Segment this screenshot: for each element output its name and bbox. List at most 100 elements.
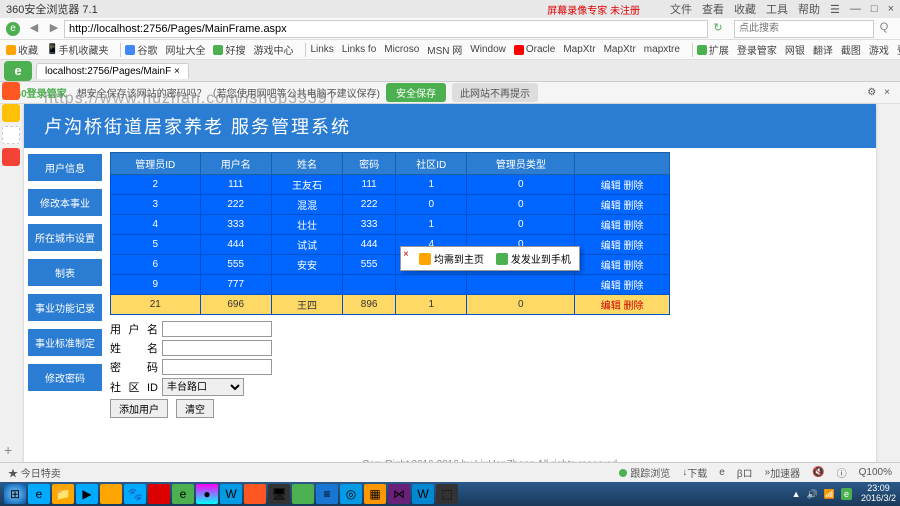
back-button[interactable]: ◀ xyxy=(26,21,42,37)
task-app-icon[interactable]: ▦ xyxy=(364,484,386,504)
bookmark-item[interactable]: 游戏 xyxy=(869,42,889,57)
sidebar-item[interactable]: 事业标准制定 xyxy=(28,329,102,356)
search-input[interactable] xyxy=(734,20,874,38)
task-app-icon[interactable] xyxy=(292,484,314,504)
context-close-icon[interactable]: × xyxy=(403,249,409,268)
add-user-button[interactable]: 添加用户 xyxy=(110,399,168,418)
context-menu[interactable]: × 均需到主页 发发业到手机 xyxy=(400,246,580,271)
bookmark-item[interactable]: 好搜 xyxy=(213,42,245,57)
save-password-button[interactable]: 安全保存 xyxy=(386,83,446,102)
sidebar-item[interactable]: 事业功能记录 xyxy=(28,294,102,321)
col-header[interactable]: 姓名 xyxy=(271,153,342,175)
menu-icon[interactable]: ☰ xyxy=(830,3,840,16)
input-username[interactable] xyxy=(162,321,272,337)
col-header[interactable]: 管理员类型 xyxy=(467,153,575,175)
table-row[interactable]: 2111王友石11110编辑 删除 xyxy=(111,175,670,195)
col-header[interactable]: 密码 xyxy=(343,153,396,175)
task-folder-icon[interactable]: 📁 xyxy=(52,484,74,504)
col-header[interactable]: 用户名 xyxy=(200,153,271,175)
menu-view[interactable]: 查看 xyxy=(702,1,724,17)
bookmark-item[interactable]: Microso xyxy=(384,44,419,55)
side-tool-icon[interactable] xyxy=(2,126,20,144)
sidebar-item[interactable]: 修改本事业 xyxy=(28,189,102,216)
tray-icon[interactable]: 📶 xyxy=(824,489,835,500)
bookmark-item[interactable]: Links xyxy=(310,44,333,55)
bookmark-item[interactable]: 📱手机收藏夹 xyxy=(46,42,108,57)
task-app-icon[interactable]: ≡ xyxy=(316,484,338,504)
row-actions[interactable]: 编辑 删除 xyxy=(575,295,670,315)
add-side-tool-icon[interactable]: + xyxy=(4,442,12,458)
menu-help[interactable]: 帮助 xyxy=(798,1,820,17)
browser-tab[interactable]: localhost:2756/Pages/MainF × xyxy=(36,63,189,79)
sidebar-item[interactable]: 用户信息 xyxy=(28,154,102,181)
context-menu-item[interactable]: 均需到主页 xyxy=(413,249,490,268)
table-row[interactable]: 9777编辑 删除 xyxy=(111,275,670,295)
menu-file[interactable]: 文件 xyxy=(670,1,692,17)
row-actions[interactable]: 编辑 删除 xyxy=(575,215,670,235)
bookmark-item[interactable]: Oracle xyxy=(514,44,555,55)
status-info-icon[interactable]: ⓘ xyxy=(837,465,847,480)
savebar-settings-icon[interactable]: ⚙ xyxy=(867,87,876,98)
bookmark-item[interactable]: MSN 网 xyxy=(427,42,462,57)
task-visualstudio-icon[interactable]: ⋈ xyxy=(388,484,410,504)
col-header[interactable]: 管理员ID xyxy=(111,153,201,175)
status-mute-icon[interactable]: 🔇 xyxy=(812,467,824,478)
task-chrome-icon[interactable]: ◎ xyxy=(340,484,362,504)
taskbar-clock[interactable]: 23:09 2016/3/2 xyxy=(861,484,896,504)
row-actions[interactable]: 编辑 删除 xyxy=(575,195,670,215)
tray-icon[interactable]: e xyxy=(841,488,852,500)
select-community[interactable]: 丰台路口 xyxy=(162,378,244,396)
table-row[interactable]: 5444试试44440编辑 删除 xyxy=(111,235,670,255)
row-actions[interactable]: 编辑 删除 xyxy=(575,275,670,295)
task-360-icon[interactable]: e xyxy=(172,484,194,504)
url-input[interactable] xyxy=(64,20,708,38)
task-app-icon[interactable] xyxy=(244,484,266,504)
task-app-icon[interactable] xyxy=(148,484,170,504)
row-actions[interactable]: 编辑 删除 xyxy=(575,235,670,255)
sidebar-item[interactable]: 制表 xyxy=(28,259,102,286)
side-tool-weibo-icon[interactable] xyxy=(2,104,20,122)
table-row[interactable]: 4333壮壮33310编辑 删除 xyxy=(111,215,670,235)
row-actions[interactable]: 编辑 删除 xyxy=(575,175,670,195)
forward-button[interactable]: ▶ xyxy=(46,21,62,37)
status-item[interactable]: e xyxy=(719,467,725,478)
bookmark-item[interactable]: MapXtr xyxy=(563,44,595,55)
bookmark-item[interactable]: Links fo xyxy=(342,44,376,55)
row-actions[interactable]: 编辑 删除 xyxy=(575,255,670,275)
bookmark-item[interactable]: 游戏中心 xyxy=(253,42,293,57)
status-download[interactable]: ↓ 下载 xyxy=(682,465,707,480)
table-row[interactable]: 21696王四89610编辑 删除 xyxy=(111,295,670,315)
task-app-icon[interactable]: 🖥 xyxy=(268,484,290,504)
savebar-close-icon[interactable]: × xyxy=(884,87,890,98)
tray-icon[interactable]: ▲ xyxy=(792,489,801,499)
side-tool-icon[interactable] xyxy=(2,82,20,100)
clear-button[interactable]: 清空 xyxy=(176,399,214,418)
maximize-button[interactable]: □ xyxy=(871,3,878,15)
bookmark-item[interactable]: 登录管家 xyxy=(737,42,777,57)
task-app-icon[interactable] xyxy=(100,484,122,504)
task-ie-icon[interactable]: e xyxy=(28,484,50,504)
table-row[interactable]: 3222混混22200编辑 删除 xyxy=(111,195,670,215)
task-baidu-icon[interactable]: 🐾 xyxy=(124,484,146,504)
menu-tools[interactable]: 工具 xyxy=(766,1,788,17)
status-zoom-label[interactable]: Q 100% xyxy=(859,467,892,478)
sidebar-item[interactable]: 修改密码 xyxy=(28,364,102,391)
status-item[interactable]: βロ xyxy=(737,465,753,480)
bookmark-item[interactable]: 谷歌 xyxy=(125,42,157,57)
task-app-icon[interactable]: ⬚ xyxy=(436,484,458,504)
task-word-icon[interactable]: W xyxy=(412,484,434,504)
input-name[interactable] xyxy=(162,340,272,356)
task-wmplayer-icon[interactable]: ▶ xyxy=(76,484,98,504)
tray-icon[interactable]: 🔊 xyxy=(807,489,818,500)
task-app-icon[interactable]: W xyxy=(220,484,242,504)
bookmark-item[interactable]: MapXtr xyxy=(604,44,636,55)
bookmark-item[interactable]: 扩展 xyxy=(697,42,729,57)
table-row[interactable]: 6555安安55500编辑 删除 xyxy=(111,255,670,275)
bookmark-item[interactable]: 翻译 xyxy=(813,42,833,57)
reload-button[interactable]: ↻ xyxy=(710,21,726,37)
close-button[interactable]: × xyxy=(888,3,894,15)
status-item[interactable]: 跟踪浏览 xyxy=(619,465,670,480)
menu-fav[interactable]: 收藏 xyxy=(734,1,756,17)
never-save-button[interactable]: 此网站不再提示 xyxy=(452,83,538,102)
status-accelerator[interactable]: » 加速器 xyxy=(765,465,801,480)
